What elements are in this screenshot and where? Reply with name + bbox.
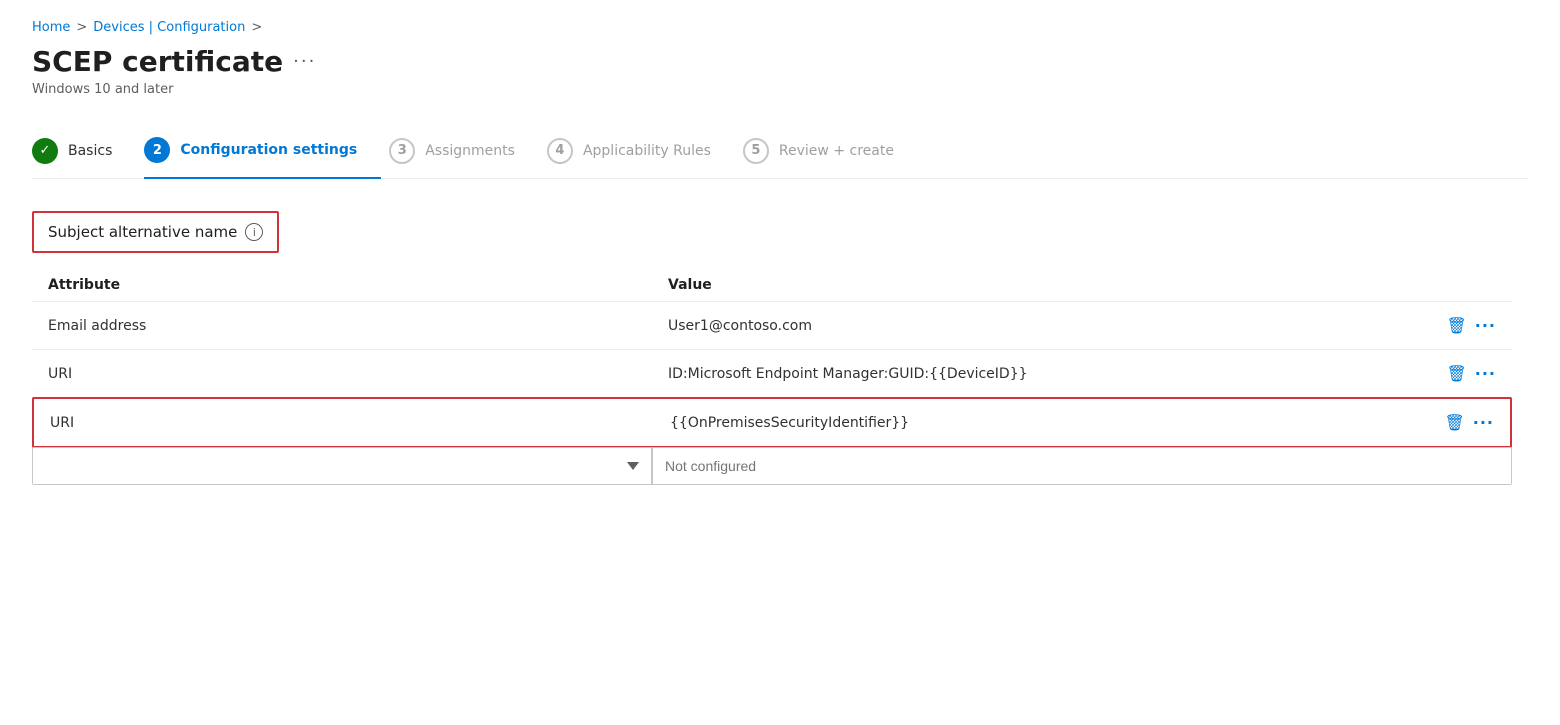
row3-actions: 🗑 ··· bbox=[1430, 413, 1510, 432]
add-row: Email address URI User principal name bbox=[32, 447, 1512, 485]
step-applicability-label: Applicability Rules bbox=[583, 143, 711, 159]
row3-delete-icon[interactable]: 🗑 bbox=[1444, 413, 1464, 432]
more-options-icon[interactable]: ··· bbox=[293, 51, 316, 72]
col-header-actions bbox=[1432, 277, 1512, 293]
row2-more-icon[interactable]: ··· bbox=[1475, 364, 1496, 383]
step-assignments[interactable]: 3 Assignments bbox=[389, 126, 539, 178]
section-title: Subject alternative name bbox=[48, 223, 237, 241]
breadcrumb-devices[interactable]: Devices | Configuration bbox=[93, 20, 245, 35]
row1-value: User1@contoso.com bbox=[668, 318, 1432, 334]
table-header: Attribute Value bbox=[32, 269, 1512, 302]
row2-delete-icon[interactable]: 🗑 bbox=[1446, 364, 1466, 383]
breadcrumb-sep2: > bbox=[251, 20, 262, 35]
step-assignments-label: Assignments bbox=[425, 143, 515, 159]
row1-delete-icon[interactable]: 🗑 bbox=[1446, 316, 1466, 335]
col-header-value: Value bbox=[668, 277, 1432, 293]
row2-actions: 🗑 ··· bbox=[1432, 364, 1512, 383]
step-applicability-circle: 4 bbox=[547, 138, 573, 164]
page-title: SCEP certificate bbox=[32, 45, 283, 78]
step-configuration-label: Configuration settings bbox=[180, 142, 357, 158]
step-review[interactable]: 5 Review + create bbox=[743, 126, 918, 178]
info-icon[interactable]: i bbox=[245, 223, 263, 241]
page-container: Home > Devices | Configuration > SCEP ce… bbox=[0, 0, 1560, 725]
breadcrumb: Home > Devices | Configuration > bbox=[32, 20, 1528, 35]
row1-attribute: Email address bbox=[48, 318, 668, 334]
step-applicability[interactable]: 4 Applicability Rules bbox=[547, 126, 735, 178]
step-configuration[interactable]: 2 Configuration settings bbox=[144, 125, 381, 179]
row2-attribute: URI bbox=[48, 366, 668, 382]
step-basics[interactable]: ✓ Basics bbox=[32, 126, 136, 178]
step-review-label: Review + create bbox=[779, 143, 894, 159]
step-basics-label: Basics bbox=[68, 143, 112, 159]
col-header-attribute: Attribute bbox=[48, 277, 668, 293]
breadcrumb-sep1: > bbox=[76, 20, 87, 35]
table-row: URI ID:Microsoft Endpoint Manager:GUID:{… bbox=[32, 350, 1512, 398]
step-configuration-circle: 2 bbox=[144, 137, 170, 163]
breadcrumb-home[interactable]: Home bbox=[32, 20, 70, 35]
step-assignments-circle: 3 bbox=[389, 138, 415, 164]
step-basics-circle: ✓ bbox=[32, 138, 58, 164]
subject-alternative-name-section: Subject alternative name i bbox=[32, 211, 279, 253]
row2-value: ID:Microsoft Endpoint Manager:GUID:{{Dev… bbox=[668, 366, 1432, 382]
add-value-input[interactable] bbox=[653, 448, 1511, 484]
page-subtitle: Windows 10 and later bbox=[32, 82, 1528, 97]
row1-actions: 🗑 ··· bbox=[1432, 316, 1512, 335]
table-row: Email address User1@contoso.com 🗑 ··· bbox=[32, 302, 1512, 350]
table-row-highlighted: URI {{OnPremisesSecurityIdentifier}} 🗑 ·… bbox=[32, 397, 1512, 448]
row1-more-icon[interactable]: ··· bbox=[1475, 316, 1496, 335]
wizard-steps: ✓ Basics 2 Configuration settings 3 Assi… bbox=[32, 125, 1528, 179]
row3-attribute: URI bbox=[50, 415, 670, 431]
page-title-row: SCEP certificate ··· bbox=[32, 45, 1528, 78]
add-attribute-select[interactable]: Email address URI User principal name bbox=[33, 448, 652, 484]
table-container: Attribute Value Email address User1@cont… bbox=[32, 269, 1512, 485]
step-review-circle: 5 bbox=[743, 138, 769, 164]
row3-more-icon[interactable]: ··· bbox=[1473, 413, 1494, 432]
row3-value: {{OnPremisesSecurityIdentifier}} bbox=[670, 415, 1430, 431]
